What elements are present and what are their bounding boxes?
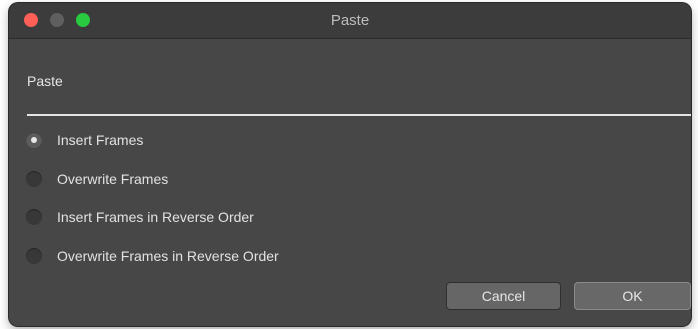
radio-insert-frames-reverse[interactable] — [26, 209, 42, 225]
option-label: Insert Frames in Reverse Order — [57, 209, 254, 225]
option-insert-frames-reverse[interactable]: Insert Frames in Reverse Order — [26, 206, 254, 228]
paste-dialog: Paste Paste Insert Frames Overwrite Fram… — [9, 3, 691, 326]
radio-overwrite-frames[interactable] — [26, 171, 42, 187]
option-label: Overwrite Frames in Reverse Order — [57, 248, 279, 264]
radio-insert-frames[interactable] — [26, 132, 42, 148]
ok-button[interactable]: OK — [574, 282, 691, 310]
option-overwrite-frames-reverse[interactable]: Overwrite Frames in Reverse Order — [26, 245, 279, 267]
title-bar[interactable]: Paste — [9, 3, 691, 39]
section-divider — [27, 114, 691, 116]
section-label: Paste — [27, 73, 63, 89]
window-title: Paste — [330, 12, 370, 29]
radio-overwrite-frames-reverse[interactable] — [26, 248, 42, 264]
option-label: Overwrite Frames — [57, 171, 169, 187]
option-insert-frames[interactable]: Insert Frames — [26, 129, 143, 151]
option-overwrite-frames[interactable]: Overwrite Frames — [26, 168, 168, 190]
option-label: Insert Frames — [57, 132, 144, 148]
cancel-button[interactable]: Cancel — [446, 282, 561, 310]
